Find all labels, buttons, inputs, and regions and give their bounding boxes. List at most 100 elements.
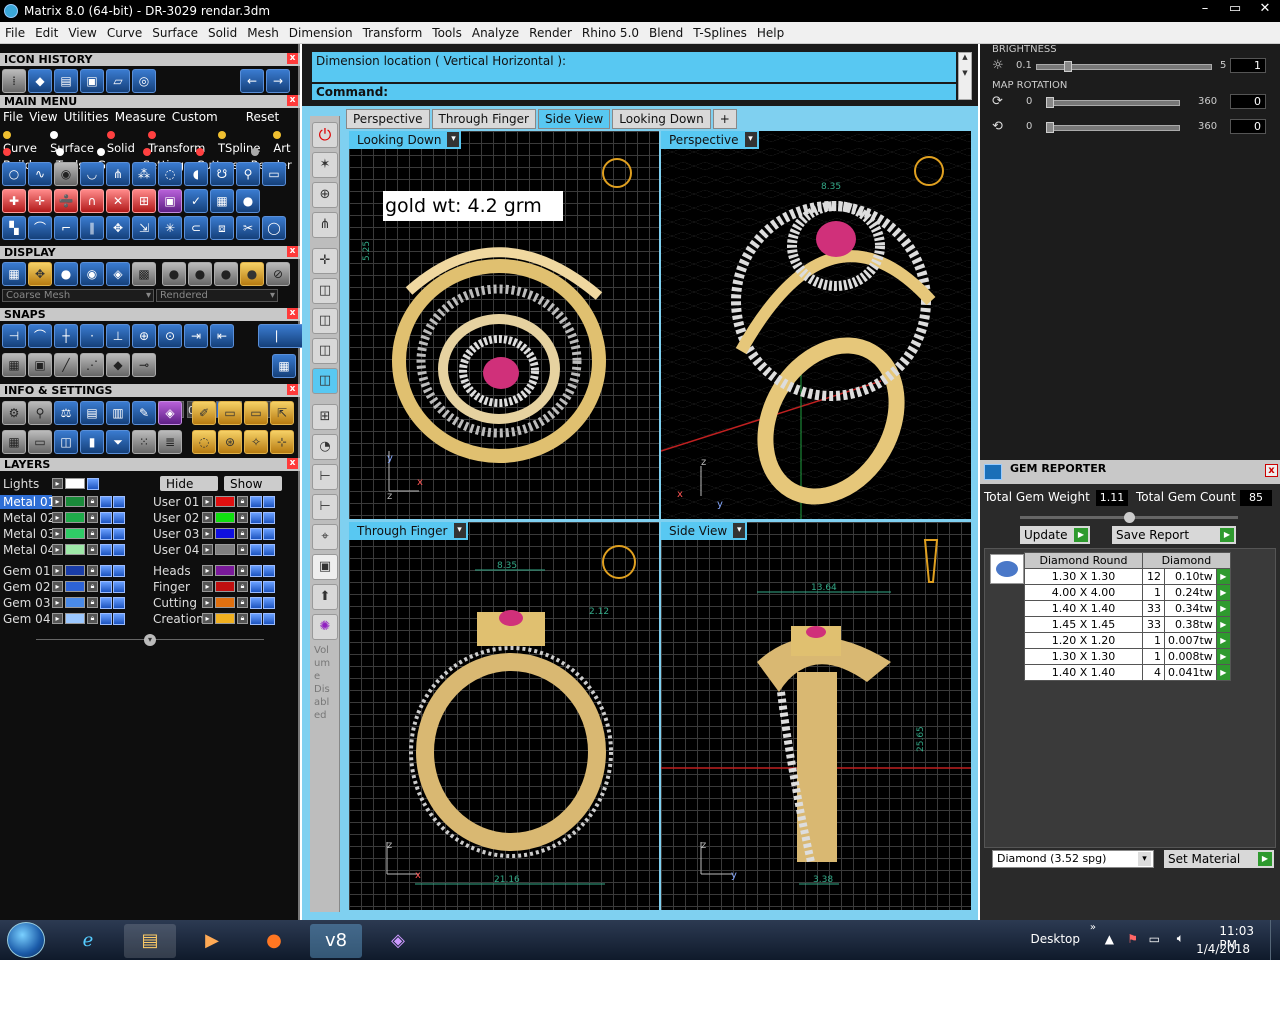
menu-item-solid[interactable]: Solid	[203, 26, 242, 40]
select-layer-icon[interactable]	[263, 596, 275, 609]
layer-color-swatch[interactable]	[65, 613, 85, 624]
gem-icon[interactable]: ◆	[28, 69, 52, 93]
gem-table-row[interactable]: 1.45 X 1.45 33 0.38tw ▶	[1024, 616, 1231, 633]
box-snap-icon[interactable]: ▣	[28, 353, 52, 377]
lock-icon[interactable]: 🔒︎	[87, 512, 98, 523]
menu-item-view[interactable]: View	[63, 26, 101, 40]
expand-icon[interactable]: ▸	[202, 496, 213, 507]
grid-snap-icon[interactable]: ▦	[2, 353, 26, 377]
play-icon[interactable]: ▶	[1215, 584, 1231, 601]
lock-icon[interactable]: 🔒︎	[237, 597, 248, 608]
cluster-tool-icon[interactable]: ⊞	[132, 189, 156, 213]
show-button[interactable]: Show	[224, 476, 282, 491]
layer-color-swatch[interactable]	[215, 597, 235, 608]
collapse-chevron-icon[interactable]: ▾	[144, 634, 156, 646]
list-info-icon[interactable]: ≣	[158, 430, 182, 454]
expand-icon[interactable]: ▸	[52, 496, 63, 507]
forward-arrow-icon[interactable]: →	[266, 69, 290, 93]
snap-perp-icon[interactable]: ⊥	[106, 324, 130, 348]
brightness-slider[interactable]	[1036, 64, 1212, 70]
gem-table-row[interactable]: 4.00 X 4.00 1 0.24tw ▶	[1024, 584, 1231, 601]
layer-color-swatch[interactable]	[65, 565, 85, 576]
network-icon[interactable]: ▭	[1149, 932, 1160, 946]
close-button[interactable]: ✕	[1250, 0, 1280, 20]
scale-tool-icon[interactable]: ⇲	[132, 216, 156, 240]
pave-tool-icon[interactable]: ⁂	[132, 162, 156, 186]
expand-icon[interactable]: ▸	[202, 512, 213, 523]
play-icon[interactable]: ▶	[1215, 648, 1231, 665]
save-icon[interactable]: ▣	[80, 69, 104, 93]
panel-info-icon[interactable]: ▭	[244, 401, 268, 425]
scale-info-icon[interactable]: ⚖	[54, 401, 78, 425]
expand-icon[interactable]: ▸	[52, 581, 63, 592]
file-explorer-icon[interactable]: ▤	[124, 924, 176, 958]
lock-icon[interactable]: 🔒︎	[87, 565, 98, 576]
play-icon[interactable]: ▶	[1215, 568, 1231, 585]
lock-icon[interactable]: 🔒︎	[87, 528, 98, 539]
visibility-icon[interactable]	[100, 612, 112, 625]
play-icon[interactable]: ▶	[1215, 664, 1231, 681]
brightness-value[interactable]: 1	[1230, 58, 1266, 73]
show-desktop-button[interactable]	[1270, 920, 1280, 960]
close-icon[interactable]: x	[287, 458, 298, 469]
mirror-tool-icon[interactable]: ⧈	[210, 216, 234, 240]
prong-tool-icon[interactable]: ⋔	[106, 162, 130, 186]
box-info-icon[interactable]: ◫	[54, 430, 78, 454]
viewport-looking-down[interactable]: y z x 5.25 gold wt: 4.2 grm Looking Down	[348, 130, 660, 520]
layer-row-heads[interactable]: Heads ▸ 🔒︎	[150, 563, 276, 578]
cube-info-icon[interactable]: ◈	[158, 401, 182, 425]
visibility-icon[interactable]	[250, 612, 262, 625]
nodes-icon[interactable]: ⋔	[312, 212, 338, 238]
expand-icon[interactable]: ▸	[52, 597, 63, 608]
arc-tool-icon[interactable]: ⌒	[28, 216, 52, 240]
close-icon[interactable]: x	[287, 53, 298, 64]
shield-tool-icon[interactable]: ◖	[184, 162, 208, 186]
star-info-icon[interactable]: ✧	[244, 430, 268, 454]
select-layer-icon[interactable]	[113, 564, 125, 577]
lights-swatch[interactable]	[65, 478, 85, 489]
lock-icon[interactable]: 🔒︎	[237, 544, 248, 555]
select-layer-icon[interactable]	[113, 596, 125, 609]
rotation-1-knob[interactable]	[1046, 97, 1054, 108]
menu-item-dimension[interactable]: Dimension	[284, 26, 358, 40]
matrix-app-icon[interactable]: v8	[310, 924, 362, 958]
gear-purple-icon[interactable]: ✺	[312, 614, 338, 640]
snap-near-icon[interactable]: ⇥	[184, 324, 208, 348]
tab-side-view[interactable]: Side View	[538, 109, 611, 129]
layer-color-swatch[interactable]	[65, 528, 85, 539]
scatter-info-icon[interactable]: ⁙	[132, 430, 156, 454]
menu-item-rhino-5-0[interactable]: Rhino 5.0	[577, 26, 644, 40]
menu-item-analyze[interactable]: Analyze	[467, 26, 524, 40]
lock-icon[interactable]: 🔒︎	[87, 496, 98, 507]
menu-item-blend[interactable]: Blend	[644, 26, 688, 40]
visibility-icon[interactable]	[100, 495, 112, 508]
camera-icon[interactable]: ⌖	[312, 524, 338, 550]
snap-quad-icon[interactable]: ⊙	[158, 324, 182, 348]
white-sphere-icon[interactable]: ●	[214, 262, 238, 286]
rotation-2-slider[interactable]	[1046, 125, 1180, 131]
layer-color-swatch[interactable]	[65, 597, 85, 608]
brightness-slider-knob[interactable]	[1064, 61, 1072, 72]
visibility-icon[interactable]	[100, 543, 112, 556]
layer-row-user-03[interactable]: User 03 ▸ 🔒︎	[150, 526, 276, 541]
column-info-icon[interactable]: ▮	[80, 430, 104, 454]
lock-icon[interactable]: 🔒︎	[237, 565, 248, 576]
start-button[interactable]	[7, 922, 45, 958]
visibility-icon[interactable]	[100, 527, 112, 540]
snap-grid-toggle-icon[interactable]: ▦	[272, 354, 296, 378]
lock-icon[interactable]: 🔒︎	[87, 581, 98, 592]
snap-ortho-icon[interactable]: ⎸	[258, 324, 306, 348]
lock-icon[interactable]: 🔒︎	[87, 613, 98, 624]
matte-sphere-icon[interactable]: ●	[162, 262, 186, 286]
line-snap-icon[interactable]: ╱	[54, 353, 78, 377]
bezel-tool-icon[interactable]: ◌	[158, 162, 182, 186]
layer-row-creation[interactable]: Creation ▸ 🔒︎	[150, 611, 276, 626]
sphere-tool-icon[interactable]: ●	[236, 189, 260, 213]
desktop-toolbar[interactable]: Desktop	[1031, 932, 1081, 946]
viewport-perspective[interactable]: 8.35 z y x Perspective	[660, 130, 972, 520]
main-menu-measure[interactable]: Measure	[115, 110, 166, 124]
window-info-icon[interactable]: ▭	[218, 401, 242, 425]
layer-row-user-01[interactable]: User 01 ▸ 🔒︎	[150, 494, 276, 509]
view-cube-side-icon[interactable]: ◫	[312, 338, 338, 364]
axis-icon[interactable]: ✶	[312, 152, 338, 178]
